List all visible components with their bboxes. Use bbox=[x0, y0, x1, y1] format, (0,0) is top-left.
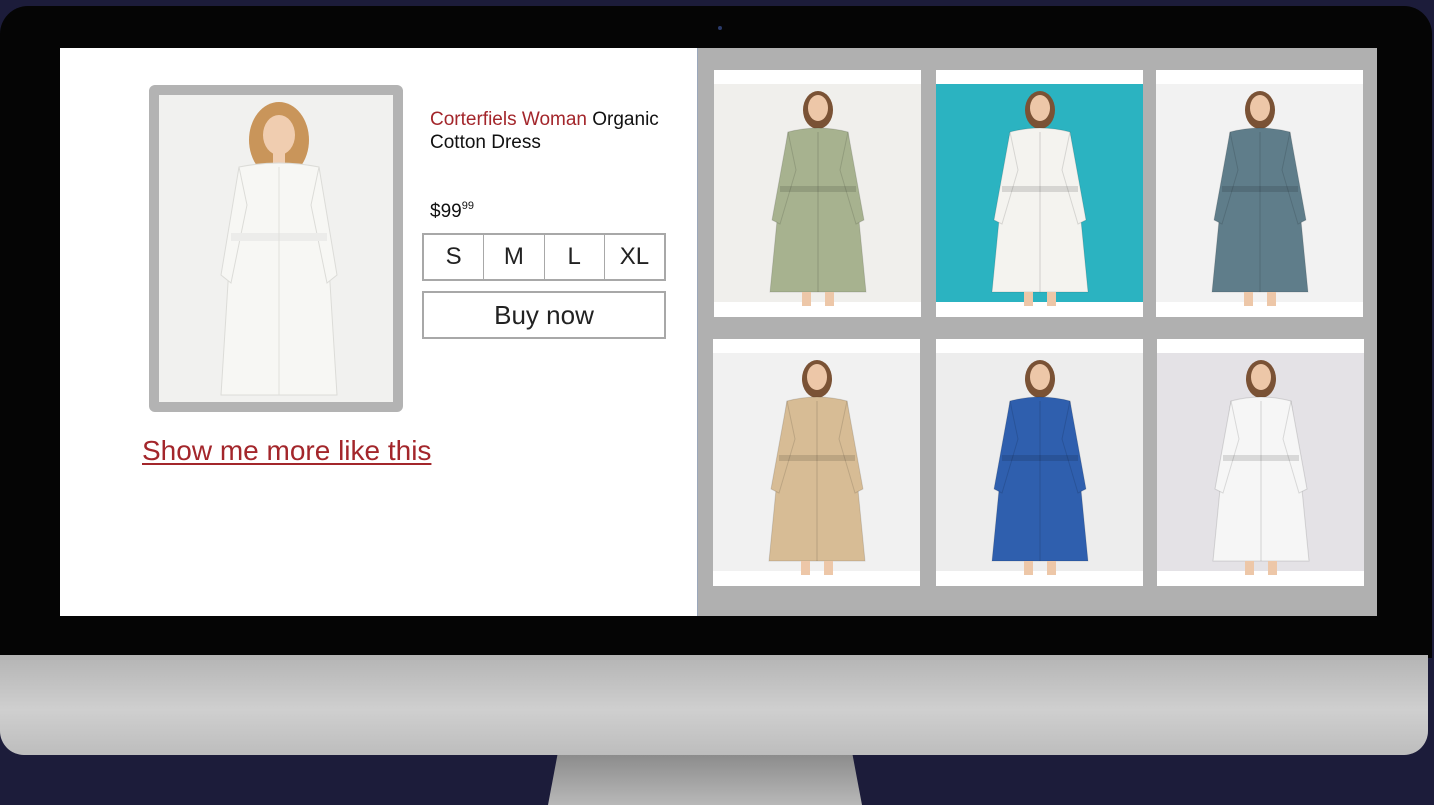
similar-item-1[interactable] bbox=[714, 70, 921, 317]
blue-shirt-dress-photo bbox=[936, 339, 1143, 586]
similar-item-5[interactable] bbox=[936, 339, 1143, 586]
product-photo bbox=[159, 95, 393, 402]
product-image[interactable] bbox=[149, 85, 403, 412]
show-more-like-this-link[interactable]: Show me more like this bbox=[142, 435, 431, 467]
product-price: $9999 bbox=[430, 200, 474, 223]
similar-item-2[interactable] bbox=[936, 70, 1143, 317]
dress-figure-main bbox=[159, 95, 393, 402]
product-brand[interactable]: Corterfiels Woman bbox=[430, 109, 587, 130]
price-main: $99 bbox=[430, 201, 462, 222]
similar-item-3[interactable] bbox=[1156, 70, 1363, 317]
monitor-chin bbox=[0, 655, 1428, 755]
buy-now-button[interactable]: Buy now bbox=[422, 291, 666, 339]
size-option-xl[interactable]: XL bbox=[605, 235, 664, 279]
white-floral-shirt-dress-photo bbox=[1157, 339, 1364, 586]
teal-print-shirt-dress-photo bbox=[1156, 70, 1363, 317]
size-option-s[interactable]: S bbox=[424, 235, 485, 279]
size-selector: S M L XL bbox=[422, 233, 666, 281]
size-option-l[interactable]: L bbox=[545, 235, 605, 279]
white-embroidered-shirt-dress-photo bbox=[936, 70, 1143, 317]
screen: Corterfiels Woman Organic Cotton Dress $… bbox=[60, 48, 1377, 616]
monitor-stand bbox=[548, 755, 862, 805]
product-panel: Corterfiels Woman Organic Cotton Dress $… bbox=[60, 48, 697, 616]
price-cents: 99 bbox=[461, 200, 474, 212]
similar-items-grid bbox=[697, 48, 1377, 616]
similar-item-4[interactable] bbox=[713, 339, 920, 586]
size-option-m[interactable]: M bbox=[484, 235, 545, 279]
similar-item-6[interactable] bbox=[1157, 339, 1364, 586]
product-title: Corterfiels Woman Organic Cotton Dress bbox=[430, 108, 692, 154]
camera-dot bbox=[718, 26, 722, 30]
sage-green-shirt-dress-photo bbox=[714, 70, 921, 317]
beige-belted-dress-photo bbox=[713, 339, 920, 586]
